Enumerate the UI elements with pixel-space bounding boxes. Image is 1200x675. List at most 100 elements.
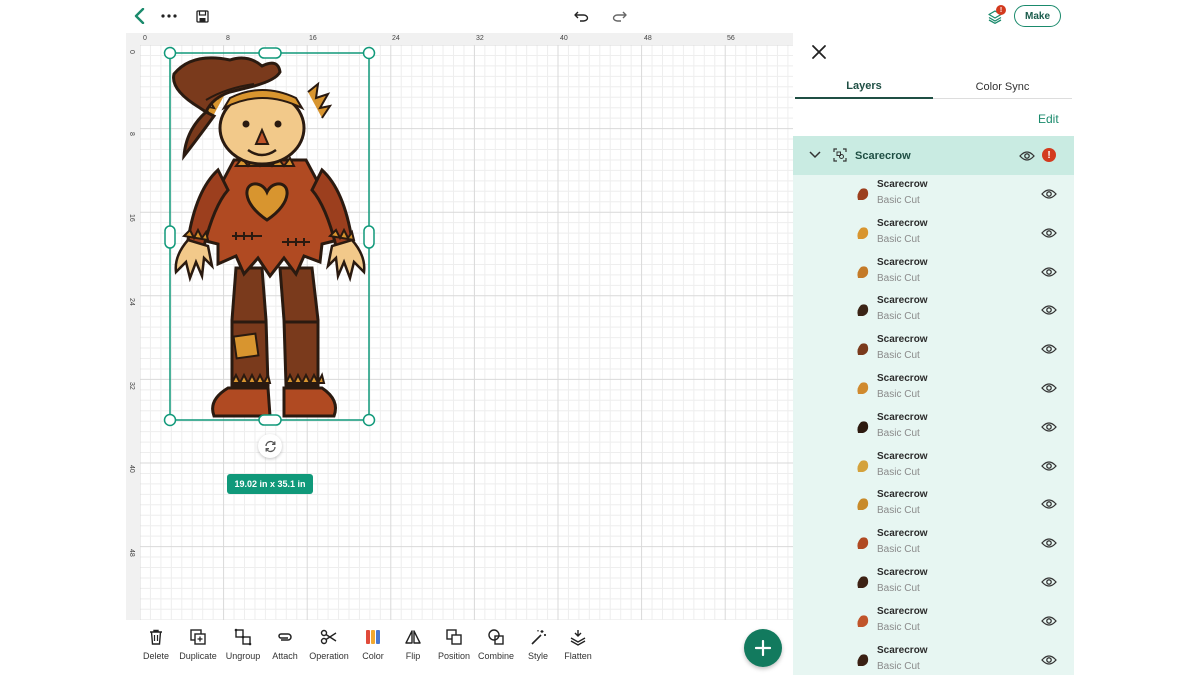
tab-layers[interactable]: Layers xyxy=(795,75,933,99)
layer-thumbnail-icon xyxy=(857,266,869,278)
redo-button[interactable] xyxy=(610,8,628,24)
ruler-left-label: 32 xyxy=(128,382,135,390)
make-button[interactable]: Make xyxy=(1014,5,1061,27)
tool-label: Color xyxy=(362,651,384,661)
layer-row[interactable]: Scarecrow Basic Cut xyxy=(793,524,1074,563)
warning-icon[interactable]: ! xyxy=(1042,148,1056,162)
layer-thumbnail-icon xyxy=(857,343,869,356)
eye-icon[interactable] xyxy=(1041,420,1057,434)
rotate-icon xyxy=(264,440,276,452)
eye-icon[interactable] xyxy=(1041,497,1057,511)
layer-row[interactable]: Scarecrow Basic Cut xyxy=(793,369,1074,408)
eye-icon[interactable] xyxy=(1041,226,1057,240)
tool-label: Combine xyxy=(477,651,515,661)
add-button[interactable] xyxy=(744,629,782,667)
group-icon xyxy=(833,148,847,162)
ruler-top-label: 48 xyxy=(644,35,652,42)
layer-group-row[interactable]: Scarecrow ! xyxy=(793,136,1074,175)
layer-type: Basic Cut xyxy=(877,505,920,517)
layer-row[interactable]: Scarecrow Basic Cut xyxy=(793,291,1074,330)
eye-icon[interactable] xyxy=(1041,459,1057,473)
layer-row[interactable]: Scarecrow Basic Cut xyxy=(793,485,1074,524)
tab-color-sync[interactable]: Color Sync xyxy=(933,75,1072,99)
layer-type: Basic Cut xyxy=(877,427,920,439)
eye-icon[interactable] xyxy=(1041,614,1057,628)
eye-icon[interactable] xyxy=(1041,381,1057,395)
layers-warning-badge: ! xyxy=(996,5,1006,15)
resize-handle-bottom-right xyxy=(362,413,376,427)
layer-name: Scarecrow xyxy=(877,295,928,307)
plus-icon xyxy=(755,640,771,656)
ruler-left-label: 40 xyxy=(128,465,135,473)
layer-name: Scarecrow xyxy=(877,644,928,656)
flatten-button[interactable]: Flatten xyxy=(552,628,604,661)
size-badge: 19.02 in x 35.1 in xyxy=(227,474,313,494)
layer-row[interactable]: Scarecrow Basic Cut xyxy=(793,175,1074,214)
layer-thumbnail-icon xyxy=(857,304,869,317)
save-button[interactable] xyxy=(194,8,210,24)
eye-icon[interactable] xyxy=(1041,342,1057,356)
ruler-top-label: 24 xyxy=(392,35,400,42)
attach-icon xyxy=(278,633,292,641)
tool-label: Attach xyxy=(272,651,298,661)
ruler-top-label: 16 xyxy=(309,35,317,42)
layer-row[interactable]: Scarecrow Basic Cut xyxy=(793,214,1074,253)
eye-icon[interactable] xyxy=(1041,187,1057,201)
save-icon xyxy=(195,9,209,23)
layer-type: Basic Cut xyxy=(877,311,920,323)
layers-panel: Layers Color Sync Edit Scarecrow ! Scare… xyxy=(793,33,1074,675)
resize-handle-top-right xyxy=(362,46,376,60)
layer-type: Basic Cut xyxy=(877,272,920,284)
layer-row[interactable]: Scarecrow Basic Cut xyxy=(793,447,1074,486)
chevron-down-icon[interactable] xyxy=(809,151,821,159)
layer-row[interactable]: Scarecrow Basic Cut xyxy=(793,641,1074,675)
magic-wand-icon xyxy=(531,630,546,645)
layer-type: Basic Cut xyxy=(877,233,920,245)
layer-type: Basic Cut xyxy=(877,621,920,633)
layer-thumbnail-icon xyxy=(857,421,869,433)
eye-icon[interactable] xyxy=(1041,575,1057,589)
eye-icon[interactable] xyxy=(1041,536,1057,550)
layer-type: Basic Cut xyxy=(877,389,920,400)
flip-icon xyxy=(405,630,421,644)
layer-name: Scarecrow xyxy=(877,450,928,462)
more-button[interactable] xyxy=(159,8,179,24)
scissors-icon xyxy=(320,629,337,645)
edit-button[interactable]: Edit xyxy=(1038,112,1059,126)
tool-label: Ungroup xyxy=(225,651,261,661)
position-icon xyxy=(446,629,462,645)
eye-icon[interactable] xyxy=(1041,265,1057,279)
tool-label: Position xyxy=(437,651,471,661)
layer-list: Scarecrow Basic Cut Scarecrow Basic Cut Scar… xyxy=(793,175,1074,675)
layer-row[interactable]: Scarecrow Basic Cut xyxy=(793,408,1074,447)
chevron-left-icon xyxy=(134,8,145,24)
back-button[interactable] xyxy=(132,7,148,25)
layer-name: Scarecrow xyxy=(877,567,928,578)
layer-row[interactable]: Scarecrow Basic Cut xyxy=(793,330,1074,369)
layer-row[interactable]: Scarecrow Basic Cut xyxy=(793,602,1074,641)
eye-icon[interactable] xyxy=(1041,303,1057,317)
layer-type: Basic Cut xyxy=(877,466,920,478)
selection-handles[interactable] xyxy=(160,44,380,432)
layer-thumbnail-icon xyxy=(857,576,869,588)
undo-button[interactable] xyxy=(572,8,590,24)
close-panel-button[interactable] xyxy=(810,43,828,61)
layer-name: Scarecrow xyxy=(877,334,928,346)
layer-thumbnail-icon xyxy=(857,615,869,627)
layer-type: Basic Cut xyxy=(877,583,920,594)
color-palette-icon xyxy=(366,630,380,644)
eye-icon[interactable] xyxy=(1019,150,1035,162)
tool-label: Flip xyxy=(405,651,421,661)
layer-name: Scarecrow xyxy=(877,373,928,384)
ruler-left-label: 24 xyxy=(128,298,135,306)
layer-thumbnail-icon xyxy=(857,382,869,394)
eye-icon[interactable] xyxy=(1041,653,1057,667)
layer-row[interactable]: Scarecrow Basic Cut xyxy=(793,563,1074,602)
undo-icon xyxy=(573,11,588,22)
rotate-button[interactable] xyxy=(258,434,282,458)
tool-label: Operation xyxy=(309,651,349,661)
tool-label: Duplicate xyxy=(179,651,217,661)
ruler-left-label: 8 xyxy=(128,132,135,136)
more-horizontal-icon xyxy=(161,14,177,18)
layer-row[interactable]: Scarecrow Basic Cut xyxy=(793,253,1074,292)
